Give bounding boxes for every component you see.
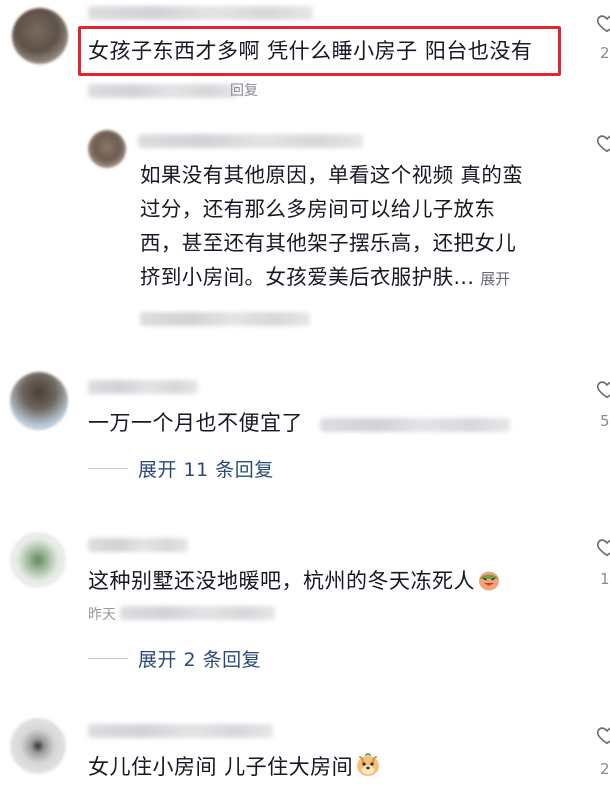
comment-text-body: 这种别墅还没地暖吧，杭州的冬天冻死人 (88, 569, 475, 593)
reply-item: 如果没有其他原因，单看这个视频 真的蛮 过分，还有那么多房间可以给儿子放东 西，… (0, 120, 610, 340)
comment-text: 女孩子东西才多啊 凭什么睡小房子 阳台也没有 (88, 39, 533, 63)
comment-text-body: 女儿住小房间 儿子住大房间 (88, 755, 354, 779)
like-count: 2 (600, 760, 610, 778)
comment-item: 这种别墅还没地暖吧，杭州的冬天冻死人 昨天 1 展开 2 条回复 (0, 526, 610, 686)
reply-text-line: 如果没有其他原因，单看这个视频 真的蛮 (140, 163, 524, 187)
tongue-out-emoji-icon (479, 571, 499, 591)
reply-text-line: 西，甚至还有其他架子摆乐高，还把女儿 (140, 231, 517, 255)
reply-text: 如果没有其他原因，单看这个视频 真的蛮 过分，还有那么多房间可以给儿子放东 西，… (140, 158, 523, 296)
avatar[interactable] (10, 372, 68, 430)
comment-meta-label: 昨天 (88, 607, 116, 623)
reply-meta (140, 312, 310, 326)
heart-outline-icon[interactable] (596, 536, 610, 558)
avatar[interactable] (12, 8, 68, 64)
comment-text: 一万一个月也不便宜了 (88, 411, 303, 435)
expand-replies-label: 展开 2 条回复 (138, 648, 262, 671)
reply-text-line: 过分，还有那么多房间可以给儿子放东 (140, 197, 496, 221)
like-count: 5 (600, 412, 610, 430)
heart-outline-icon[interactable] (596, 724, 610, 746)
divider (88, 467, 128, 469)
username[interactable] (88, 380, 198, 394)
comment-meta (88, 84, 238, 98)
avatar[interactable] (88, 130, 126, 168)
comment-text: 女儿住小房间 儿子住大房间 (88, 752, 381, 782)
reply-text-tail: 挤到小房间。女孩爱美后衣服护肤... (140, 265, 475, 289)
username[interactable] (138, 134, 363, 148)
expand-replies-button[interactable]: 展开 11 条回复 (88, 456, 274, 481)
reply-button[interactable]: 回复 (230, 80, 258, 100)
expand-replies-button[interactable]: 展开 2 条回复 (88, 646, 262, 671)
avatar[interactable] (10, 532, 66, 588)
reply-text-line: 挤到小房间。女孩爱美后衣服护肤... 展开 (140, 260, 523, 296)
like-count: 2 (600, 44, 610, 62)
divider (88, 657, 128, 659)
comment-item: 女儿住小房间 儿子住大房间 2 (0, 712, 610, 794)
heart-outline-icon[interactable] (596, 12, 610, 34)
heart-outline-icon[interactable] (596, 132, 610, 154)
expand-replies-label: 展开 11 条回复 (138, 458, 274, 481)
like-count: 1 (600, 570, 610, 588)
expand-button[interactable]: 展开 (480, 270, 510, 288)
comment-meta (320, 418, 510, 432)
comment-item: 一万一个月也不便宜了 5 展开 11 条回复 (0, 368, 610, 498)
comment-list: 女孩子东西才多啊 凭什么睡小房子 阳台也没有 回复 2 如果没有其他原因，单看这… (0, 0, 610, 794)
avatar[interactable] (10, 718, 66, 774)
comment-meta (120, 606, 275, 620)
puppy-emoji-icon (357, 753, 380, 776)
comment-item: 女孩子东西才多啊 凭什么睡小房子 阳台也没有 回复 2 (0, 0, 610, 110)
username[interactable] (88, 724, 273, 738)
comment-text: 这种别墅还没地暖吧，杭州的冬天冻死人 (88, 566, 501, 596)
username[interactable] (88, 538, 188, 552)
username[interactable] (88, 6, 313, 20)
heart-outline-icon[interactable] (596, 378, 610, 400)
